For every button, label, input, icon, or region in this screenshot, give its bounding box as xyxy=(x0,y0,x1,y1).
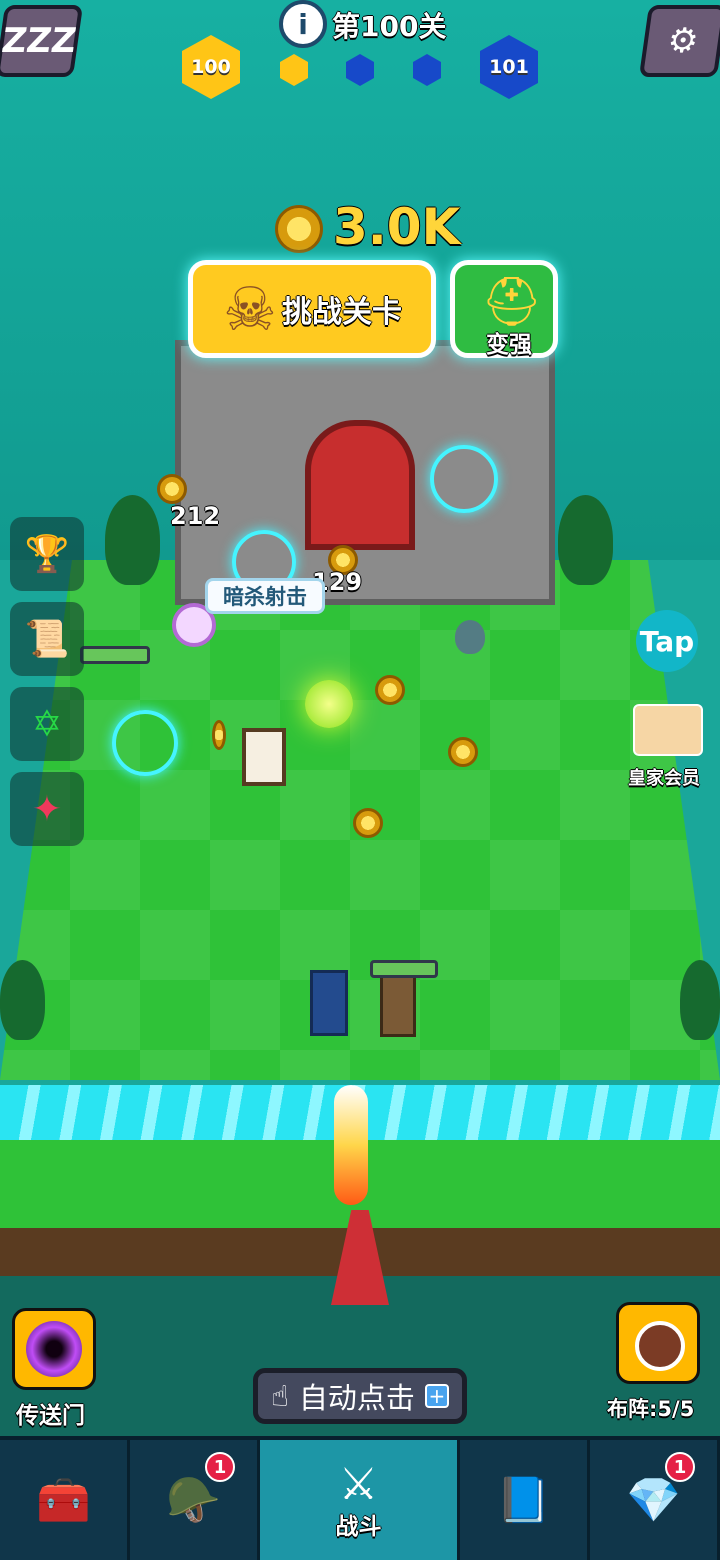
hand-pointer-icon: ☝ xyxy=(271,1379,289,1413)
treasure-chest-icon: 🧰 xyxy=(36,1475,91,1526)
formation-label: 布阵:5/5 xyxy=(607,1397,695,1421)
portal-button[interactable] xyxy=(12,1308,96,1390)
coin-icon[interactable] xyxy=(157,474,187,504)
royal-card-icon[interactable] xyxy=(633,704,703,756)
nav-battle[interactable]: ⚔ 战斗 xyxy=(260,1440,460,1560)
coin-icon[interactable] xyxy=(353,808,383,838)
hero-archer[interactable] xyxy=(380,975,416,1037)
map-button[interactable]: 📜 xyxy=(10,602,84,676)
scroll-icon: 📜 xyxy=(24,619,70,660)
upgrade-button[interactable]: ⛑ 变强 xyxy=(450,260,558,358)
nav-hero[interactable]: 🪖 1 xyxy=(130,1440,261,1560)
nav-treasure[interactable]: 🧰 xyxy=(0,1440,131,1560)
tree-left xyxy=(105,495,160,585)
health-bar xyxy=(370,960,438,978)
crossed-swords-icon: ⚔ xyxy=(338,1459,379,1510)
tap-button[interactable]: Tap xyxy=(636,610,698,672)
notification-badge: 1 xyxy=(205,1452,236,1482)
target-ring xyxy=(430,445,498,513)
spellbook-icon: 📘 xyxy=(496,1475,551,1526)
damage-number: 212 xyxy=(170,502,221,530)
tree-right xyxy=(558,495,613,585)
royal-label: 皇家会员 xyxy=(628,768,700,789)
trophy-icon: 🏆 xyxy=(24,534,70,575)
coin-icon[interactable] xyxy=(375,675,405,705)
nav-amulet[interactable]: 💎 1 xyxy=(590,1440,720,1560)
fire-beam xyxy=(334,1085,368,1205)
sleep-button[interactable]: ZZZ xyxy=(0,5,84,77)
skull-icon: ☠ xyxy=(223,275,277,345)
coin-icon xyxy=(275,205,323,253)
auto-click-label: 自动点击 xyxy=(298,1381,415,1415)
hero-knight[interactable] xyxy=(310,970,348,1036)
bottom-navigation: 🧰 🪖 1 ⚔ 战斗 📘 💎 1 xyxy=(0,1436,720,1560)
winged-helmet-icon: 🪖 xyxy=(166,1475,221,1526)
red-banner-icon: ✦ xyxy=(31,788,63,830)
skull-icon xyxy=(455,620,485,654)
upgrade-label: 变强 xyxy=(486,332,532,358)
hero-swordsman[interactable] xyxy=(242,728,286,786)
health-bar xyxy=(80,646,150,664)
event-button[interactable]: ✦ xyxy=(10,772,84,846)
star-button[interactable]: ✡ xyxy=(10,687,84,761)
challenge-level-button[interactable]: ☠ 挑战关卡 xyxy=(188,260,436,358)
hero-portrait-icon xyxy=(635,1321,685,1371)
target-ring xyxy=(112,710,178,776)
formation-button[interactable] xyxy=(616,1302,700,1384)
castle-gate xyxy=(305,420,415,550)
coin-icon[interactable] xyxy=(448,737,478,767)
helmet-icon: ⛑ xyxy=(481,274,542,330)
tree-bottom-left xyxy=(0,960,45,1040)
gear-icon: ⚙ xyxy=(664,21,702,61)
notification-badge: 1 xyxy=(665,1452,696,1482)
auto-click-button[interactable]: ☝ 自动点击 + xyxy=(253,1368,467,1424)
level-title: 第100关 xyxy=(332,10,447,43)
plus-icon: + xyxy=(424,1384,449,1408)
necklace-icon: 💎 xyxy=(626,1475,681,1526)
magic-projectile xyxy=(305,680,353,728)
nav-spellbook[interactable]: 📘 xyxy=(460,1440,590,1560)
challenge-reward: 3.0K xyxy=(333,198,461,256)
settings-button[interactable]: ⚙ xyxy=(638,5,720,77)
nav-battle-label: 战斗 xyxy=(335,1514,382,1540)
hexagram-icon: ✡ xyxy=(31,703,63,745)
challenge-label: 挑战关卡 xyxy=(282,295,402,330)
skill-popup: 暗杀射击 xyxy=(205,578,325,614)
info-icon[interactable]: i xyxy=(279,0,327,48)
portal-icon xyxy=(26,1321,82,1377)
portal-label: 传送门 xyxy=(16,1403,85,1429)
tree-bottom-right xyxy=(680,960,720,1040)
coin-icon[interactable] xyxy=(212,720,226,750)
rank-button[interactable]: 🏆 xyxy=(10,517,84,591)
